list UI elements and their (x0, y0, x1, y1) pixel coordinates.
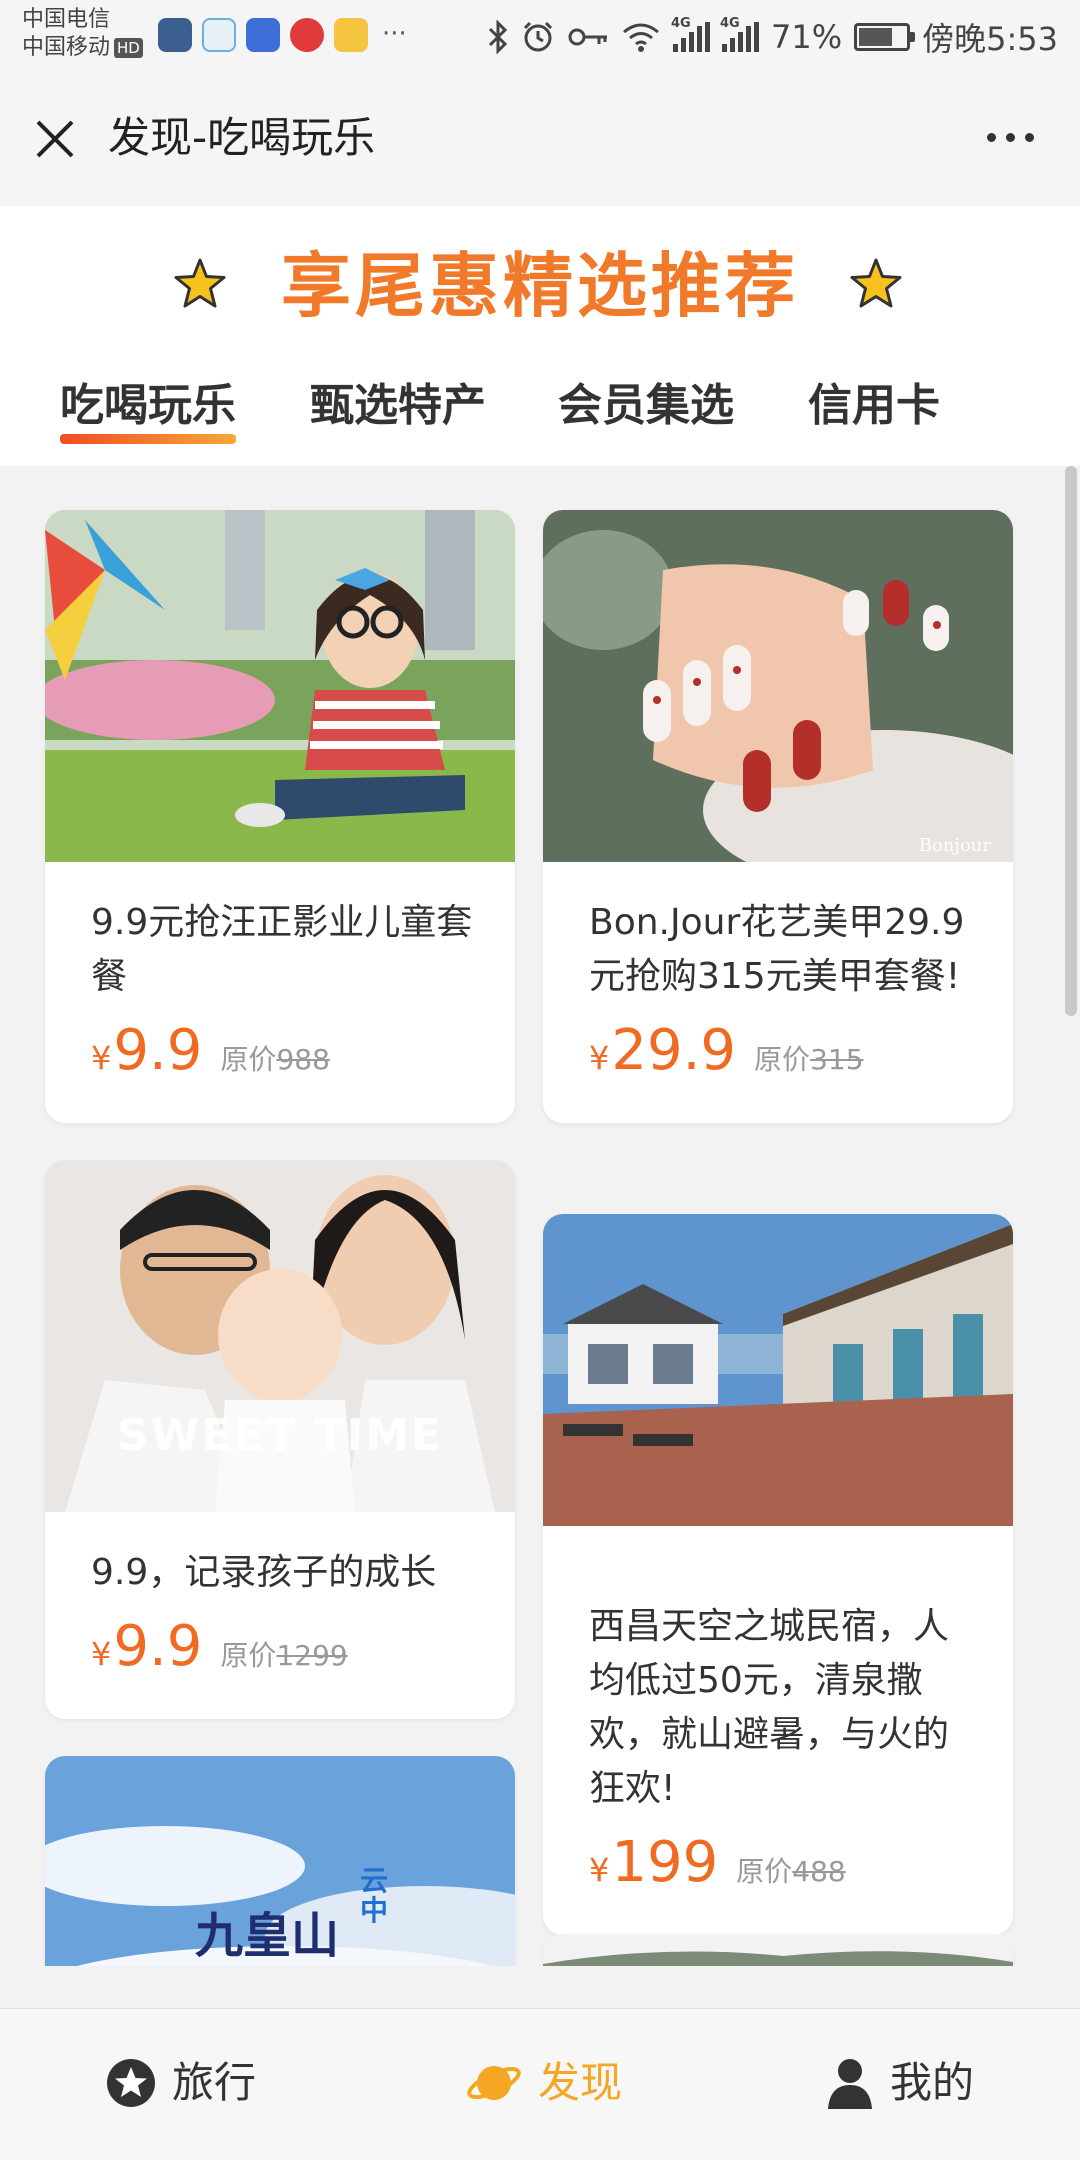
carrier-info: 中国电信 中国移动 HD (22, 6, 143, 62)
signal-icon-1: 4G (671, 16, 710, 52)
deal-image-child-photo (45, 510, 515, 862)
hd-badge: HD (114, 38, 143, 58)
currency-symbol: ¥ (91, 1635, 112, 1673)
original-price-label: 原价 (220, 1639, 277, 1672)
battery-level (859, 28, 892, 46)
price-row: ¥ 29.9 原价 315 (543, 1018, 1013, 1083)
tab-chihe-wanle[interactable]: 吃喝玩乐 (60, 376, 236, 444)
currency-symbol: ¥ (91, 1039, 112, 1077)
price-row: ¥ 199 原价 488 (543, 1830, 1013, 1895)
star-decoration-icon (850, 258, 902, 308)
more-notifications-icon: ··· (382, 19, 407, 49)
image-caption: SWEET TIME (117, 1410, 443, 1461)
deal-image-homestay (543, 1214, 1013, 1566)
nav-travel[interactable]: 旅行 (106, 2055, 256, 2111)
battery-percent: 71% (771, 18, 843, 56)
tab-zhenxuan-techan[interactable]: 甄选特产 (310, 376, 486, 436)
scrollbar[interactable] (1065, 466, 1077, 1016)
tab-huiyuan-jixuan[interactable]: 会员集选 (558, 376, 734, 436)
app-notification-icon (158, 18, 192, 52)
deal-price: 9.9 (113, 1614, 203, 1679)
more-options-icon[interactable] (980, 122, 1040, 152)
deal-title: 西昌天空之城民宿，人均低过50元，清泉撒欢，就山避暑，与火的狂欢! (589, 1606, 950, 1809)
original-price-label: 原价 (754, 1043, 811, 1076)
user-icon (828, 2059, 872, 2109)
deal-title: Bon.Jour花艺美甲29.9元抢购315元美甲套餐! (589, 902, 965, 997)
deal-price: 199 (611, 1830, 719, 1895)
original-price: 315 (810, 1043, 864, 1076)
deal-image-nails: Bonjour (543, 510, 1013, 862)
image-caption: 九皇山 (195, 1908, 340, 1964)
original-price-label: 原价 (220, 1043, 277, 1076)
deal-price: 29.9 (611, 1018, 737, 1083)
mail-app-icon (334, 18, 368, 52)
original-price: 988 (276, 1043, 330, 1076)
star-icon (107, 2059, 155, 2107)
deal-image-jiuhuangshan: 九皇山 云中 (45, 1756, 515, 1966)
system-status: 4G 4G 71% 傍晚5:53 (487, 14, 1058, 60)
deal-card[interactable]: 西昌天空之城民宿，人均低过50元，清泉撒欢，就山避暑，与火的狂欢! ¥ 199 … (543, 1214, 1013, 1935)
deal-price: 9.9 (113, 1018, 203, 1083)
battery-icon (854, 23, 916, 51)
price-row: ¥ 9.9 原价 988 (45, 1018, 515, 1083)
tab-credit-card[interactable]: 信用卡 (808, 376, 940, 436)
weibo-app-icon (290, 18, 324, 52)
tab-label: 吃喝玩乐 (60, 380, 236, 431)
promo-title: 享尾惠精选推荐 (281, 245, 799, 327)
deal-card[interactable]: Bonjour Bon.Jour花艺美甲29.9元抢购315元美甲套餐! ¥ 2… (543, 510, 1013, 1123)
active-tab-indicator (60, 434, 236, 444)
alarm-icon (523, 21, 553, 52)
promo-header: 享尾惠精选推荐 吃喝玩乐 甄选特产 会员集选 信用卡 (0, 206, 1080, 466)
maimai-app-icon (246, 18, 280, 52)
nav-discover[interactable]: 发现 (466, 2055, 622, 2111)
clock: 傍晚5:53 (922, 20, 1058, 58)
carrier-1: 中国电信 (22, 7, 111, 32)
close-icon[interactable] (30, 114, 80, 164)
deal-card[interactable]: SWEET TIME 9.9，记录孩子的成长 ¥ 9.9 原价 1299 (45, 1160, 515, 1719)
deal-card[interactable]: 9.9元抢汪正影业儿童套餐 ¥ 9.9 原价 988 (45, 510, 515, 1123)
notification-icons: ··· (158, 18, 407, 52)
image-watermark: Bonjour (918, 835, 991, 856)
title-bar: 发现-吃喝玩乐 (0, 70, 1080, 206)
status-bar: 中国电信 中国移动 HD ··· 4G 4G 71% 傍晚5:53 (0, 0, 1080, 70)
image-caption: 云中 (360, 1864, 389, 1927)
currency-symbol: ¥ (589, 1039, 610, 1077)
planet-icon (467, 2066, 521, 2100)
carrier-2: 中国移动 (22, 35, 111, 60)
bottom-nav: 旅行 发现 我的 (0, 2008, 1080, 2160)
category-tabs: 吃喝玩乐 甄选特产 会员集选 信用卡 (0, 366, 1080, 466)
video-app-icon (202, 18, 236, 52)
deal-image-landscape (543, 1934, 1013, 1966)
original-price: 488 (792, 1855, 846, 1888)
deal-title: 9.9，记录孩子的成长 (91, 1552, 437, 1593)
nav-profile[interactable]: 我的 (826, 2055, 974, 2111)
nav-label: 我的 (890, 2058, 975, 2107)
deal-card[interactable]: 九皇山 云中 (45, 1756, 515, 1966)
original-price: 1299 (276, 1639, 348, 1672)
key-icon (568, 28, 607, 46)
wifi-icon (623, 23, 659, 52)
signal-icon-2: 4G (720, 16, 759, 52)
deal-card[interactable] (543, 1934, 1013, 1966)
deal-feed[interactable]: 9.9元抢汪正影业儿童套餐 ¥ 9.9 原价 988 Bonjour Bon.J… (0, 466, 1080, 1966)
currency-symbol: ¥ (589, 1851, 610, 1889)
tab-label: 甄选特产 (310, 380, 486, 431)
tab-label: 信用卡 (808, 380, 940, 431)
price-row: ¥ 9.9 原价 1299 (45, 1614, 515, 1679)
bluetooth-icon (488, 20, 508, 54)
nav-label: 旅行 (172, 2058, 257, 2107)
deal-title: 9.9元抢汪正影业儿童套餐 (91, 902, 473, 997)
page-title: 发现-吃喝玩乐 (108, 113, 376, 162)
tab-label: 会员集选 (558, 380, 734, 431)
deal-image-family-photo: SWEET TIME (45, 1160, 515, 1512)
original-price-label: 原价 (736, 1855, 793, 1888)
nav-label: 发现 (538, 2058, 623, 2107)
